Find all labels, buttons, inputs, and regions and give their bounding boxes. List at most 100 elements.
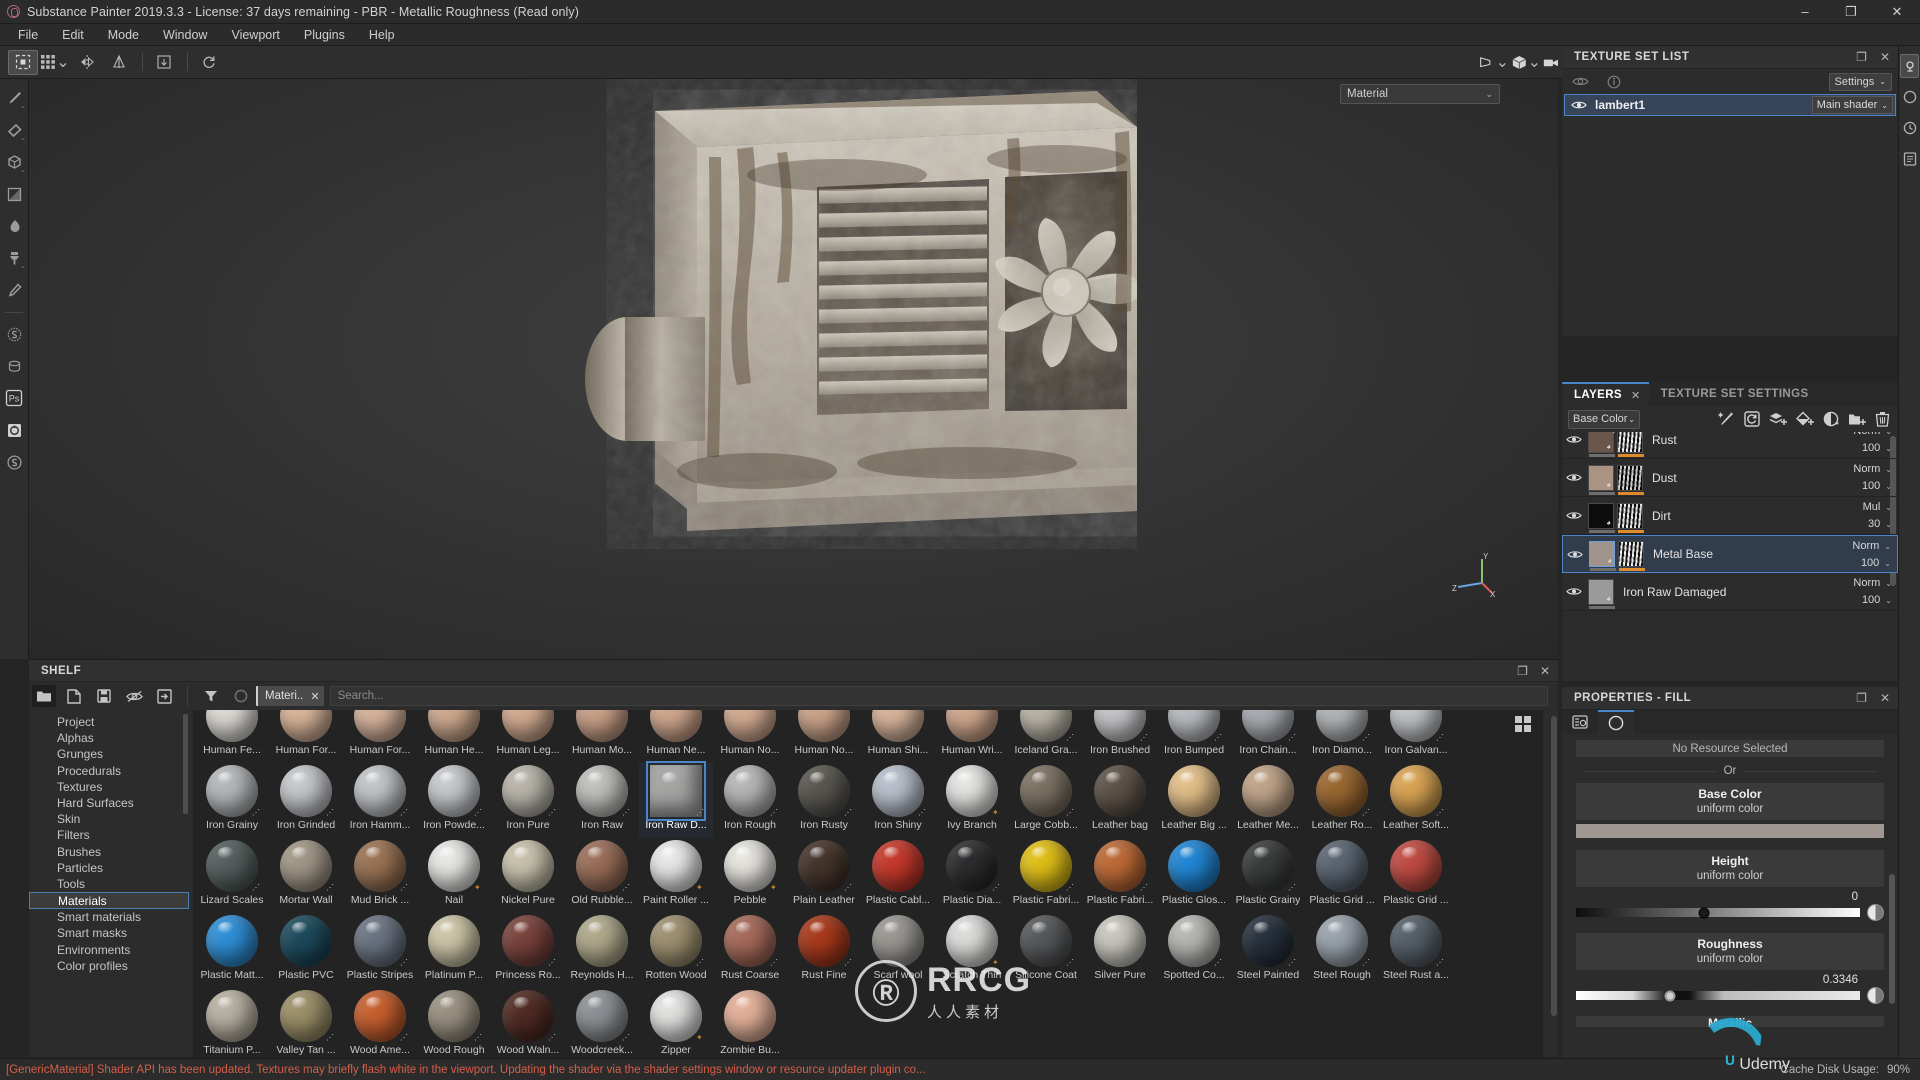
history-rail-icon[interactable] (1900, 116, 1919, 140)
shelf-cat-smart-masks[interactable]: Smart masks (29, 925, 189, 941)
texture-set-visibility-icon[interactable] (1572, 75, 1589, 88)
layer-blend-mode[interactable]: Norm⌄ (1853, 432, 1892, 437)
layer-opacity[interactable]: 100 ⌄ (1862, 442, 1892, 454)
shelf-cat-color-profiles[interactable]: Color profiles (29, 958, 189, 974)
shelf-active-filter-tag[interactable]: Materi.. ✕ (256, 686, 324, 706)
add-effect-button[interactable] (1718, 411, 1735, 427)
substance-alchemist-button[interactable] (1, 449, 27, 475)
material-cell[interactable]: ⋰ Iron Rough (713, 763, 787, 838)
material-cell[interactable]: ⋰ Plastic Fabri... (1009, 838, 1083, 913)
shelf-cat-tools[interactable]: Tools (29, 876, 189, 892)
base-color-swatch[interactable] (1576, 824, 1884, 838)
symmetry-button[interactable] (72, 50, 102, 75)
material-cell[interactable]: ⋰ Old Rubble... (565, 838, 639, 913)
substance-share-button[interactable] (1, 353, 27, 379)
clone-tool[interactable]: ⌄ (1, 245, 27, 271)
layer-row[interactable]: ◕ Dirt Mul ⌄ 30 ⌄ (1562, 497, 1898, 535)
roughness-slider-row[interactable] (1576, 987, 1884, 1004)
base-color-block[interactable]: Base Color uniform color (1576, 783, 1884, 820)
camera-perspective-button[interactable]: ⌄ (1479, 50, 1509, 75)
material-cell[interactable]: ⋰ Plastic Stripes (343, 913, 417, 988)
material-cell[interactable]: ⋰ Wood Ame... (343, 988, 417, 1057)
substance-source-button[interactable] (1, 321, 27, 347)
texture-set-row-lambert1[interactable]: lambert1 Main shader ⌄ (1564, 94, 1896, 116)
shading-mode-button[interactable]: ⌄ (1511, 50, 1541, 75)
material-cell[interactable]: ✦ Ivy Branch (935, 763, 1009, 838)
material-cell[interactable]: ⋰ Iron Raw D... (639, 761, 713, 838)
height-slider-track[interactable] (1576, 907, 1860, 918)
shelf-cat-skin[interactable]: Skin (29, 811, 189, 827)
material-cell[interactable]: Human Fe... (195, 710, 269, 763)
material-cell[interactable]: ⋰ Iron Powde... (417, 763, 491, 838)
menu-edit[interactable]: Edit (50, 26, 96, 44)
properties-scrollbar[interactable] (1889, 874, 1895, 1004)
maximize-button[interactable]: ❐ (1828, 0, 1874, 24)
layer-opacity[interactable]: 100 ⌄ (1861, 557, 1891, 569)
texture-set-undock-icon[interactable]: ❐ (1856, 50, 1867, 64)
properties-rail-icon[interactable] (1900, 147, 1919, 171)
material-cell[interactable]: ⋰ Spotted Co... (1157, 913, 1231, 988)
tab-layers[interactable]: LAYERS ✕ (1562, 382, 1649, 406)
viewport-material-selector[interactable]: Material ⌄ (1340, 84, 1500, 104)
material-cell[interactable]: ⋰ Plastic Grainy (1231, 838, 1305, 913)
material-cell[interactable]: ✦ Nail (417, 838, 491, 913)
roughness-block[interactable]: Roughness uniform color (1576, 933, 1884, 970)
material-cell[interactable]: ⋰ Steel Rough (1305, 913, 1379, 988)
roughness-slider-track[interactable] (1576, 990, 1860, 1001)
material-cell[interactable]: ⋰ Wood Waln... (491, 988, 565, 1057)
color-picker-tool[interactable] (1, 277, 27, 303)
layer-row[interactable]: ◕ Metal Base Norm ⌄ 100 ⌄ (1562, 535, 1898, 573)
texture-set-close-icon[interactable]: ✕ (1880, 50, 1890, 64)
shelf-cat-brushes[interactable]: Brushes (29, 844, 189, 860)
material-cell[interactable]: ✦ Paint Roller ... (639, 838, 713, 913)
shelf-cat-textures[interactable]: Textures (29, 779, 189, 795)
material-cell[interactable]: ⋰ Rotten Wood (639, 913, 713, 988)
material-cell[interactable]: Silver Pure (1083, 913, 1157, 988)
material-cell[interactable]: ⋰ Iron Bumped (1157, 710, 1231, 763)
material-cell[interactable]: ⋰ Iron Grainy (195, 763, 269, 838)
layer-mask-thumbnail[interactable] (1617, 464, 1644, 495)
layer-visibility-eye-icon[interactable] (1566, 434, 1588, 445)
material-cell[interactable]: Plastic Matt... (195, 913, 269, 988)
material-cell[interactable]: Human No... (787, 710, 861, 763)
shelf-circle-icon[interactable] (229, 685, 253, 707)
material-cell[interactable]: Titanium P... (195, 988, 269, 1057)
add-folder-button[interactable] (1848, 412, 1866, 427)
roughness-reset-icon[interactable] (1867, 987, 1884, 1004)
material-cell[interactable]: Plastic Grid ... (1379, 838, 1453, 913)
tab-layers-close-icon[interactable]: ✕ (1631, 389, 1641, 402)
material-cell[interactable]: ⋰ Mortar Wall (269, 838, 343, 913)
material-cell[interactable]: Scarf wool (861, 913, 935, 988)
material-cell[interactable]: ⋰ Iron Brushed (1083, 710, 1157, 763)
tab-properties-settings[interactable] (1562, 710, 1598, 734)
channel-selector[interactable]: Base Color ⌄ (1568, 409, 1640, 429)
material-cell[interactable]: ⋰ Leather Soft... (1379, 763, 1453, 838)
material-cell[interactable]: Plastic Cabl... (861, 838, 935, 913)
material-cell[interactable]: Reynolds H... (565, 913, 639, 988)
shelf-undock-icon[interactable]: ❐ (1517, 664, 1528, 678)
layer-blend-mode[interactable]: Norm⌄ (1853, 577, 1892, 589)
3d-viewport[interactable]: Material ⌄ Y Z X (29, 79, 1558, 659)
layer-list[interactable]: ◕ Rust Norm⌄ 100⌄ ◕ Dust Norm⌄ 100⌄ ◕ Dirt Mul⌄ 30⌄… (1562, 432, 1898, 652)
height-slider-row[interactable] (1576, 904, 1884, 921)
layer-blend-mode[interactable]: Mul ⌄ (1863, 501, 1892, 513)
material-cell[interactable]: ⋰ Rust Coarse (713, 913, 787, 988)
material-cell[interactable]: Human Ne... (639, 710, 713, 763)
material-cell[interactable]: ⋰ Iceland Gra... (1009, 710, 1083, 763)
material-cell[interactable]: ⋰ Steel Rust a... (1379, 913, 1453, 988)
material-cell[interactable]: Plastic Grid ... (1305, 838, 1379, 913)
fit-view-button[interactable] (149, 50, 179, 75)
shelf-cat-environments[interactable]: Environments (29, 941, 189, 957)
shelf-close-icon[interactable]: ✕ (1540, 664, 1550, 678)
material-cell[interactable]: ⋰ Mud Brick ... (343, 838, 417, 913)
layer-content-thumbnail[interactable]: ◕ (1588, 464, 1615, 495)
material-cell[interactable]: ⋰ Princess Ro... (491, 913, 565, 988)
reset-camera-button[interactable] (194, 50, 224, 75)
material-cell[interactable]: ⋰ Large Cobb... (1009, 763, 1083, 838)
height-slider-knob[interactable] (1698, 907, 1710, 918)
material-cell[interactable]: ✦ Zipper (639, 988, 713, 1057)
add-generator-button[interactable] (1744, 411, 1760, 427)
menu-plugins[interactable]: Plugins (292, 26, 357, 44)
material-cell[interactable]: Leather Big ... (1157, 763, 1231, 838)
properties-undock-icon[interactable]: ❐ (1856, 691, 1867, 705)
